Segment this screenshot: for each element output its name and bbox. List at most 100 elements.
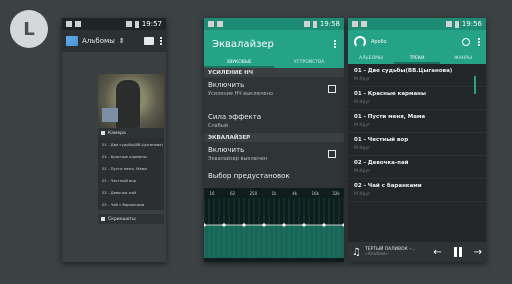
- status-bar: 19:58: [204, 18, 344, 30]
- player-title: Apollo: [371, 39, 387, 45]
- eq-enable-pref[interactable]: Включить Эквалайзер выключен: [204, 142, 344, 166]
- tab-sound[interactable]: ЗВУКОВЫЕ: [204, 58, 274, 68]
- bass-enable-pref[interactable]: Включить Усиление НЧ выключено: [204, 77, 344, 101]
- eq-band-label: 250: [250, 191, 258, 196]
- album-label: Камера: [108, 130, 126, 136]
- folder-icon: [101, 217, 105, 221]
- album-label: Скриншоты: [108, 216, 136, 222]
- previous-icon[interactable]: ←: [433, 247, 441, 258]
- eq-band-label: 1k: [272, 191, 278, 196]
- chevron-down-icon[interactable]: ⇕: [119, 37, 125, 45]
- gallery-app-card[interactable]: 19:57 Альбомы ⇕ Камера 01 - Две судьбы(В…: [62, 18, 166, 262]
- tab-devices[interactable]: УСТРОЙСТВА: [274, 58, 344, 68]
- wifi-icon: [125, 21, 132, 27]
- music-note-icon: ♫: [352, 246, 361, 258]
- equalizer-title: Эквалайзер: [212, 38, 274, 50]
- track-row[interactable]: 01 - Честный вор М.Круг: [348, 133, 486, 156]
- track-row[interactable]: 01 - Две судьбы(ВВ.Цыганова) М.Круг: [348, 64, 486, 87]
- tab-albums[interactable]: АЛЬБОМЫ: [348, 54, 394, 64]
- battery-icon: [454, 20, 459, 28]
- eq-band-label: 16: [209, 191, 215, 196]
- pref-summary: Усиление НЧ выключено: [208, 91, 273, 97]
- track-row[interactable]: 02 - Девочка-пай М.Круг: [348, 156, 486, 179]
- search-icon[interactable]: [462, 38, 470, 46]
- eq-enable-checkbox[interactable]: [328, 150, 336, 158]
- preset-selector[interactable]: Выбор предустановок: [204, 166, 344, 186]
- track-row[interactable]: 02 - Чай с баранками М.Круг: [348, 179, 486, 202]
- track-title: 01 - Две судьбы(ВВ.Цыганова): [354, 68, 453, 74]
- camera-icon[interactable]: [144, 37, 154, 45]
- track-artist: М.Круг: [354, 192, 371, 197]
- player-app-card[interactable]: 19:56 Apollo АЛЬБОМЫ ТРЕКИ ЖАНРЫ 01 - Дв…: [348, 18, 486, 262]
- notification-icon: [208, 21, 214, 27]
- status-time: 19:58: [319, 20, 340, 28]
- playlist-item[interactable]: 01 - Красные карманы: [98, 150, 164, 162]
- wifi-icon: [303, 21, 310, 27]
- track-artist: М.Круг: [354, 169, 371, 174]
- bass-enable-checkbox[interactable]: [328, 85, 336, 93]
- track-artist: М.Круг: [354, 146, 371, 151]
- status-time: 19:57: [141, 20, 162, 28]
- headphones-icon: [217, 21, 223, 27]
- section-equalizer: ЭКВАЛАЙЗЕР: [204, 133, 344, 142]
- battery-icon: [312, 20, 317, 28]
- player-app-bar: Apollo: [348, 30, 486, 54]
- eq-band-label: 32k: [332, 191, 340, 196]
- track-artist: М.Круг: [354, 123, 371, 128]
- tab-genres[interactable]: ЖАНРЫ: [440, 54, 486, 64]
- section-bass-boost: УСИЛЕНИЕ НЧ: [204, 68, 344, 77]
- overflow-menu-icon[interactable]: [160, 37, 162, 45]
- player-tabs: АЛЬБОМЫ ТРЕКИ ЖАНРЫ: [348, 54, 486, 64]
- track-artist: М.Круг: [354, 77, 371, 82]
- headphones-logo-icon: [354, 36, 366, 48]
- track-row[interactable]: 01 - Красные карманы М.Круг: [348, 87, 486, 110]
- now-playing-artist: «Альбом»: [364, 252, 389, 257]
- playlist-item[interactable]: 01 - Пусти меня, Мама: [98, 162, 164, 174]
- overflow-menu-icon[interactable]: [478, 38, 480, 46]
- eq-band-label: 62: [230, 191, 236, 196]
- overflow-menu-icon[interactable]: [334, 40, 336, 48]
- pref-title: Включить: [208, 81, 245, 89]
- now-playing-bar[interactable]: ♫ ТЕРТЫЙ ПАЛИВОК -... «Альбом» ← →: [348, 242, 486, 262]
- headphones-icon: [75, 21, 81, 27]
- status-bar: 19:56: [348, 18, 486, 30]
- avatar-initial: L: [23, 18, 35, 40]
- track-title: 01 - Красные карманы: [354, 91, 426, 97]
- equalizer-app-card[interactable]: 19:58 Эквалайзер ЗВУКОВЫЕ УСТРОЙСТВА УСИ…: [204, 18, 344, 262]
- status-bar: 19:57: [62, 18, 166, 30]
- pause-icon[interactable]: [453, 247, 462, 257]
- playlist-item[interactable]: 01 - Честный вор: [98, 174, 164, 186]
- playlist-item[interactable]: 02 - Чай с баранками: [98, 198, 164, 210]
- next-icon[interactable]: →: [474, 247, 482, 258]
- track-row[interactable]: 01 - Пусти меня, Мама М.Круг: [348, 110, 486, 133]
- album-thumbnail[interactable]: [98, 74, 164, 128]
- eq-band-label: 4k: [292, 191, 298, 196]
- tab-tracks[interactable]: ТРЕКИ: [394, 54, 440, 64]
- eq-curve-area: [204, 225, 344, 258]
- playlist-overlay: 01 - Две судьбы(ВВ.Цыганова) 01 - Красны…: [98, 138, 164, 210]
- battery-icon: [134, 20, 139, 28]
- equalizer-graph[interactable]: 16 62 250 1k 4k 16k 32k: [204, 188, 344, 262]
- pref-summary: Эквалайзер выключен: [208, 156, 268, 162]
- equalizer-tabs: ЗВУКОВЫЕ УСТРОЙСТВА: [204, 58, 344, 68]
- user-avatar[interactable]: L: [10, 10, 48, 48]
- now-playing-info[interactable]: ТЕРТЫЙ ПАЛИВОК -... «Альбом»: [365, 247, 415, 257]
- photo-object: [102, 108, 118, 122]
- headphones-icon: [361, 21, 367, 27]
- track-title: 01 - Честный вор: [354, 137, 409, 143]
- equalizer-app-bar: Эквалайзер: [204, 30, 344, 58]
- notification-icon: [66, 21, 72, 27]
- camera-icon: [101, 131, 105, 135]
- scrollbar[interactable]: [474, 76, 476, 94]
- gallery-title[interactable]: Альбомы: [82, 37, 115, 45]
- eq-band-label: 16k: [312, 191, 320, 196]
- bass-strength-pref[interactable]: Сила эффекта Слабый: [204, 109, 344, 133]
- playlist-item[interactable]: 02 - Девочка-пай: [98, 186, 164, 198]
- pref-summary: Слабый: [208, 123, 229, 129]
- photo-figure: [116, 80, 140, 128]
- album-screenshots[interactable]: Скриншоты: [98, 214, 164, 224]
- pref-title: Сила эффекта: [208, 113, 262, 121]
- album-camera[interactable]: Камера: [98, 128, 164, 138]
- playlist-item[interactable]: 01 - Две судьбы(ВВ.Цыганова): [98, 138, 164, 150]
- notification-icon: [352, 21, 358, 27]
